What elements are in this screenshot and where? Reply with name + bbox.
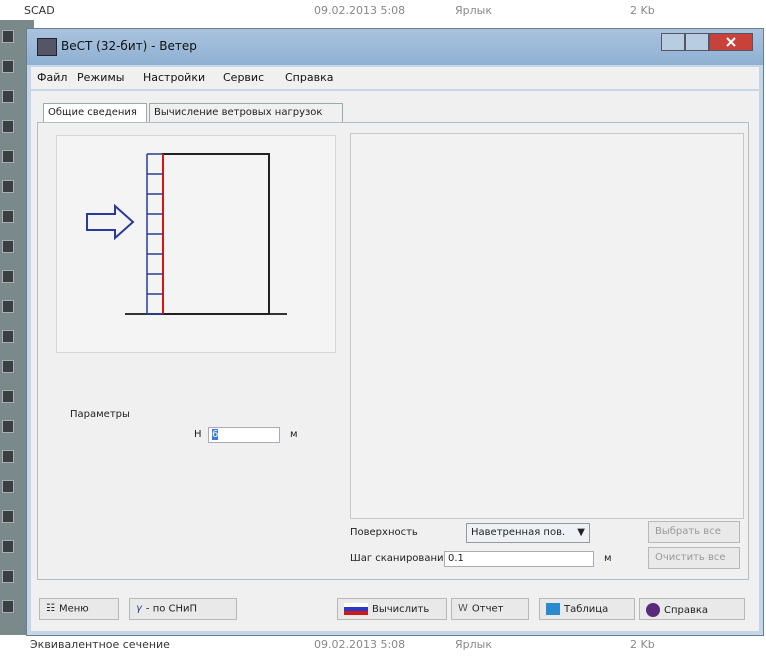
close-button[interactable] <box>709 33 753 51</box>
file-icon <box>2 300 14 313</box>
file-icon <box>2 240 14 253</box>
tab-general[interactable]: Общие сведения <box>43 103 147 123</box>
calculate-button[interactable]: Вычислить <box>337 598 447 620</box>
help-button[interactable]: Справка <box>639 598 745 620</box>
background-file-row-bottom: Эквивалентное сечение 09.02.2013 5:08 Яр… <box>0 634 766 656</box>
file-icon <box>2 120 14 133</box>
report-icon: W <box>458 603 468 614</box>
dropdown-arrow-icon: ▼ <box>577 527 585 538</box>
scan-step-label: Шаг сканирования <box>350 553 450 564</box>
file-size: 2 Kb <box>630 4 655 17</box>
flag-icon <box>344 603 368 615</box>
background-file-row-top: SCAD 09.02.2013 5:08 Ярлык 2 Kb <box>0 0 766 22</box>
surface-select[interactable]: Наветренная пов. ▼ <box>466 523 590 543</box>
title-bar[interactable]: ВеСТ (32-бит) - Ветер <box>27 29 763 65</box>
file-type: Ярлык <box>455 638 492 651</box>
file-icon <box>2 210 14 223</box>
clear-all-button[interactable]: Очистить все <box>648 547 740 569</box>
close-icon <box>726 37 736 47</box>
wind-diagram <box>86 153 287 315</box>
table-icon: ☷ <box>46 603 55 614</box>
file-icon <box>2 270 14 283</box>
file-icon <box>2 570 14 583</box>
file-icon <box>2 150 14 163</box>
file-name: SCAD <box>24 4 55 17</box>
menu-modes[interactable]: Режимы <box>77 71 124 84</box>
report-button[interactable]: W Отчет <box>451 598 529 620</box>
minimize-button[interactable] <box>661 33 685 51</box>
tab-page-wind-loads: Параметры H 6 м Поверхность Наветренная … <box>37 122 749 580</box>
menu-settings[interactable]: Настройки <box>143 71 205 84</box>
menu-file[interactable]: Файл <box>37 71 67 84</box>
file-icon <box>2 60 14 73</box>
app-icon <box>37 38 57 56</box>
height-input[interactable]: 6 <box>208 427 280 443</box>
height-unit: м <box>290 429 298 440</box>
table-button[interactable]: Таблица <box>539 598 635 620</box>
file-icon <box>2 510 14 523</box>
file-icon <box>2 330 14 343</box>
file-icon <box>2 30 14 43</box>
height-label: H <box>194 429 202 440</box>
gamma-icon: γ <box>136 603 142 614</box>
snip-button[interactable]: γ- по СНиП <box>129 598 237 620</box>
file-icon <box>2 540 14 553</box>
scan-step-input[interactable]: 0.1 <box>444 551 594 567</box>
file-type: Ярлык <box>455 4 492 17</box>
tab-wind-loads[interactable]: Вычисление ветровых нагрузок <box>149 103 343 123</box>
file-date: 09.02.2013 5:08 <box>314 4 406 17</box>
file-name: Эквивалентное сечение <box>30 638 170 651</box>
bottom-toolbar: ☷ Меню γ- по СНиП Вычислить W Отчет Таблиц… <box>31 588 759 631</box>
file-date: 09.02.2013 5:08 <box>314 638 406 651</box>
file-icon <box>2 90 14 103</box>
file-icon <box>2 420 14 433</box>
surface-label: Поверхность <box>350 527 418 538</box>
select-all-button[interactable]: Выбрать все <box>648 521 740 543</box>
menu-button[interactable]: ☷ Меню <box>39 598 119 620</box>
file-icon <box>2 450 14 463</box>
file-icon <box>2 390 14 403</box>
window-title: ВеСТ (32-бит) - Ветер <box>61 39 197 53</box>
file-icon <box>2 480 14 493</box>
spreadsheet-icon <box>546 603 560 615</box>
app-window: ВеСТ (32-бит) - Ветер Файл Режимы Настро… <box>26 28 764 636</box>
menu-help[interactable]: Справка <box>285 71 333 84</box>
file-size: 2 Kb <box>630 638 655 651</box>
file-icon <box>2 360 14 373</box>
menu-service[interactable]: Сервис <box>223 71 264 84</box>
params-label: Параметры <box>70 409 130 420</box>
file-icon <box>2 600 14 613</box>
building-scheme <box>56 135 336 353</box>
menu-bar: Файл Режимы Настройки Сервис Справка <box>31 67 759 89</box>
client-area: Общие сведения Вычисление ветровых нагру… <box>31 91 759 631</box>
maximize-button[interactable] <box>685 33 709 51</box>
results-panel <box>350 133 744 519</box>
scan-step-unit: м <box>604 553 612 564</box>
help-book-icon <box>646 603 660 617</box>
file-icon <box>2 180 14 193</box>
